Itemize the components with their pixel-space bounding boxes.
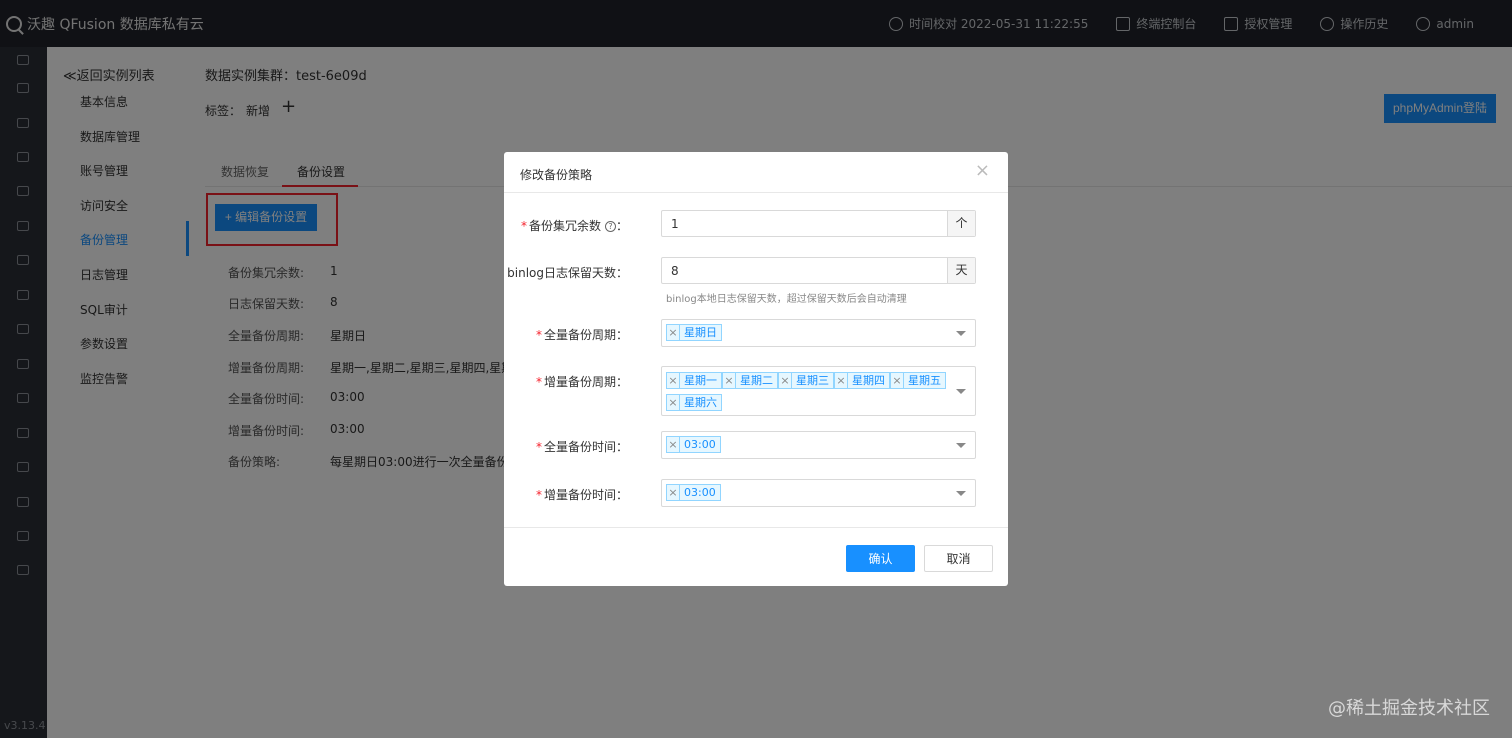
chip: × 星期日 — [666, 324, 722, 341]
chip-label: 星期五 — [908, 374, 941, 387]
close-icon[interactable]: × — [975, 162, 990, 180]
redundancy-unit: 个 — [947, 211, 975, 236]
chip-label: 星期四 — [852, 374, 885, 387]
chip: × 星期一 — [666, 372, 722, 389]
chevron-down-icon — [956, 443, 966, 448]
chip: × 03:00 — [666, 484, 721, 501]
edit-backup-policy-dialog: 修改备份策略 × * 备份集冗余数?： 1 个 binlog日志保留天数： 8 天… — [504, 152, 1008, 586]
binlog-hint: binlog本地日志保留天数，超过保留天数后会自动清理 — [666, 294, 907, 305]
redundancy-value: 1 — [671, 217, 679, 231]
remove-chip-icon[interactable]: × — [779, 373, 792, 388]
inc-time-label: * 增量备份时间： — [535, 488, 628, 502]
chip-label: 03:00 — [684, 438, 716, 451]
inc-time-label-text: 增量备份时间： — [543, 488, 628, 502]
dialog-footer: 确认 取消 — [504, 527, 1008, 586]
confirm-button[interactable]: 确认 — [846, 545, 915, 572]
chip: × 星期六 — [666, 394, 722, 411]
full-cycle-label-text: 全量备份周期： — [543, 328, 628, 342]
remove-chip-icon[interactable]: × — [835, 373, 848, 388]
remove-chip-icon[interactable]: × — [667, 395, 680, 410]
binlog-days-value: 8 — [671, 264, 679, 278]
binlog-days-label: binlog日志保留天数： — [507, 266, 628, 280]
chevron-down-icon — [956, 331, 966, 336]
full-time-select[interactable]: × 03:00 — [661, 431, 976, 459]
redundancy-label-colon: ： — [615, 219, 628, 233]
full-time-label: * 全量备份时间： — [535, 440, 628, 454]
full-cycle-label: * 全量备份周期： — [535, 328, 628, 342]
full-time-label-text: 全量备份时间： — [543, 440, 628, 454]
chevron-down-icon — [956, 491, 966, 496]
binlog-days-input[interactable]: 8 天 — [661, 257, 976, 284]
chip-label: 星期三 — [796, 374, 829, 387]
remove-chip-icon[interactable]: × — [723, 373, 736, 388]
chip: × 星期三 — [778, 372, 834, 389]
inc-cycle-select[interactable]: × 星期一 × 星期二 × 星期三 × 星期四 × 星期五 × 星期六 — [661, 366, 976, 416]
chip: × 星期四 — [834, 372, 890, 389]
chip: × 星期二 — [722, 372, 778, 389]
chip: × 03:00 — [666, 436, 721, 453]
chip-label: 星期二 — [740, 374, 773, 387]
redundancy-label: * 备份集冗余数?： — [520, 219, 628, 233]
inc-cycle-label-text: 增量备份周期： — [543, 375, 628, 389]
chip-label: 星期六 — [684, 396, 717, 409]
redundancy-label-text: 备份集冗余数 — [528, 219, 601, 233]
dialog-title: 修改备份策略 — [520, 168, 593, 182]
remove-chip-icon[interactable]: × — [667, 373, 680, 388]
remove-chip-icon[interactable]: × — [667, 325, 680, 340]
help-icon[interactable]: ? — [604, 221, 616, 232]
cancel-button[interactable]: 取消 — [924, 545, 993, 572]
remove-chip-icon[interactable]: × — [667, 485, 680, 500]
inc-time-select[interactable]: × 03:00 — [661, 479, 976, 507]
chip: × 星期五 — [890, 372, 946, 389]
dialog-header: 修改备份策略 × — [504, 152, 1008, 193]
chip-label: 03:00 — [684, 486, 716, 499]
inc-cycle-label: * 增量备份周期： — [535, 375, 628, 389]
remove-chip-icon[interactable]: × — [891, 373, 904, 388]
chip-label: 星期日 — [684, 326, 717, 339]
remove-chip-icon[interactable]: × — [667, 437, 680, 452]
watermark: @稀土掘金技术社区 — [1328, 698, 1490, 719]
redundancy-input[interactable]: 1 个 — [661, 210, 976, 237]
chip-label: 星期一 — [684, 374, 717, 387]
full-cycle-select[interactable]: × 星期日 — [661, 319, 976, 347]
chevron-down-icon — [956, 389, 966, 394]
binlog-days-unit: 天 — [947, 258, 975, 283]
